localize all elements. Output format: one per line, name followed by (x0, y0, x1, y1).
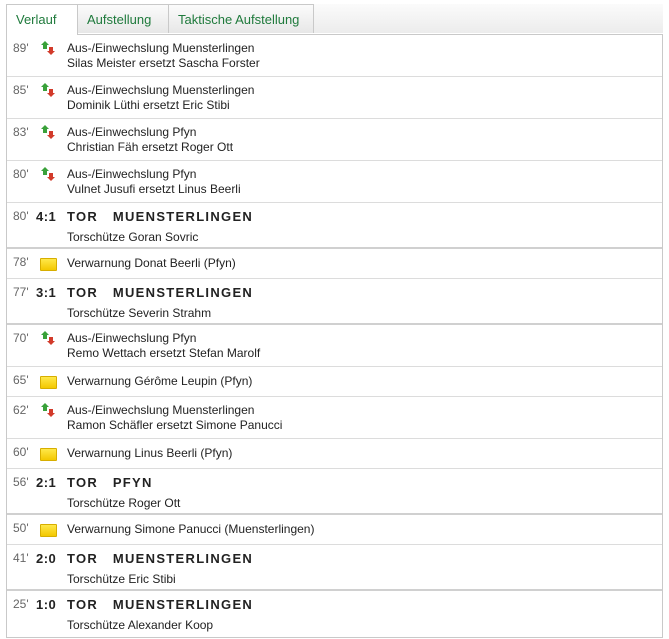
event-minute: 50' (13, 521, 29, 535)
goal-title: TOR PFYN (67, 475, 153, 490)
goal-scorer: Torschütze Roger Ott (67, 496, 181, 510)
substitution-icon (40, 402, 56, 418)
goal-score: 3:1 (36, 285, 57, 300)
event-minute: 89' (13, 41, 29, 55)
event-minute: 41' (13, 551, 29, 565)
event-minute: 83' (13, 125, 29, 139)
substitution-icon (40, 330, 56, 346)
event-detail: Ramon Schäfler ersetzt Simone Panucci (67, 418, 283, 432)
event-minute: 77' (13, 285, 29, 299)
goal-title: TOR MUENSTERLINGEN (67, 285, 254, 300)
tab-bar: Verlauf Aufstellung Taktische Aufstellun… (6, 4, 663, 35)
event-minute: 80' (13, 209, 29, 223)
match-timeline-widget: Verlauf Aufstellung Taktische Aufstellun… (6, 4, 663, 638)
event-row: 60' Verwarnung Linus Beerli (Pfyn) (7, 439, 662, 469)
goal-scorer: Torschütze Alexander Koop (67, 618, 214, 632)
event-minute: 70' (13, 331, 29, 345)
event-minute: 80' (13, 167, 29, 181)
event-row: 83' Aus-/Einwechslung Pfyn Christian Fäh e… (7, 119, 662, 161)
substitution-icon (40, 40, 56, 56)
event-minute: 78' (13, 255, 29, 269)
event-row: 85' Aus-/Einwechslung Muensterlingen Domin… (7, 77, 662, 119)
goal-scorer: Torschütze Severin Strahm (67, 306, 212, 320)
event-title: Aus-/Einwechslung Muensterlingen (67, 41, 255, 55)
goal-title: TOR MUENSTERLINGEN (67, 551, 254, 566)
event-detail: Dominik Lüthi ersetzt Eric Stibi (67, 98, 230, 112)
substitution-icon (40, 166, 56, 182)
yellow-card-icon (40, 376, 57, 389)
event-row: 89' Aus-/Einwechslung Muensterlingen Silas… (7, 35, 662, 77)
event-row: 70' Aus-/Einwechslung Pfyn Remo Wettach er… (7, 325, 662, 367)
event-title: Aus-/Einwechslung Pfyn (67, 167, 197, 181)
event-row: 25' 1:0 TOR MUENSTERLINGEN Torschütze Alexa… (7, 591, 662, 637)
event-title: Verwarnung Donat Beerli (Pfyn) (67, 256, 236, 270)
substitution-icon (40, 82, 56, 98)
event-row: 65' Verwarnung Gérôme Leupin (Pfyn) (7, 367, 662, 397)
event-row: 80' Aus-/Einwechslung Pfyn Vulnet Jusufi e… (7, 161, 662, 203)
event-row: 41' 2:0 TOR MUENSTERLINGEN Torschütze Eric … (7, 545, 662, 591)
tab-taktische-aufstellung[interactable]: Taktische Aufstellung (168, 4, 314, 33)
goal-title: TOR MUENSTERLINGEN (67, 209, 254, 224)
event-title: Aus-/Einwechslung Pfyn (67, 125, 197, 139)
goal-scorer: Torschütze Goran Sovric (67, 230, 199, 244)
event-minute: 85' (13, 83, 29, 97)
event-row: 77' 3:1 TOR MUENSTERLINGEN Torschütze Sever… (7, 279, 662, 325)
event-minute: 56' (13, 475, 29, 489)
event-row: 62' Aus-/Einwechslung Muensterlingen Ramon… (7, 397, 662, 439)
event-minute: 60' (13, 445, 29, 459)
tab-aufstellung[interactable]: Aufstellung (77, 4, 169, 33)
substitution-icon (40, 124, 56, 140)
event-title: Verwarnung Simone Panucci (Muensterlinge… (67, 522, 315, 536)
event-row: 78' Verwarnung Donat Beerli (Pfyn) (7, 249, 662, 279)
event-detail: Silas Meister ersetzt Sascha Forster (67, 56, 260, 70)
yellow-card-icon (40, 258, 57, 271)
goal-score: 2:0 (36, 551, 57, 566)
tab-verlauf[interactable]: Verlauf (6, 4, 78, 35)
event-minute: 62' (13, 403, 29, 417)
event-minute: 65' (13, 373, 29, 387)
event-title: Verwarnung Gérôme Leupin (Pfyn) (67, 374, 253, 388)
event-detail: Remo Wettach ersetzt Stefan Marolf (67, 346, 261, 360)
event-title: Aus-/Einwechslung Muensterlingen (67, 403, 255, 417)
event-row: 50' Verwarnung Simone Panucci (Muensterli… (7, 515, 662, 545)
event-title: Aus-/Einwechslung Pfyn (67, 331, 197, 345)
event-row: 80' 4:1 TOR MUENSTERLINGEN Torschütze Goran… (7, 203, 662, 249)
yellow-card-icon (40, 524, 57, 537)
goal-scorer: Torschütze Eric Stibi (67, 572, 176, 586)
event-row: 56' 2:1 TOR PFYN Torschütze Roger Ott (7, 469, 662, 515)
goal-score: 2:1 (36, 475, 57, 490)
goal-score: 4:1 (36, 209, 57, 224)
event-detail: Vulnet Jusufi ersetzt Linus Beerli (67, 182, 241, 196)
event-detail: Christian Fäh ersetzt Roger Ott (67, 140, 234, 154)
yellow-card-icon (40, 448, 57, 461)
goal-score: 1:0 (36, 597, 57, 612)
tab-bar-background (313, 4, 663, 33)
event-title: Aus-/Einwechslung Muensterlingen (67, 83, 255, 97)
event-title: Verwarnung Linus Beerli (Pfyn) (67, 446, 233, 460)
event-list: 89' Aus-/Einwechslung Muensterlingen Silas… (6, 35, 663, 638)
goal-title: TOR MUENSTERLINGEN (67, 597, 254, 612)
event-minute: 25' (13, 597, 29, 611)
